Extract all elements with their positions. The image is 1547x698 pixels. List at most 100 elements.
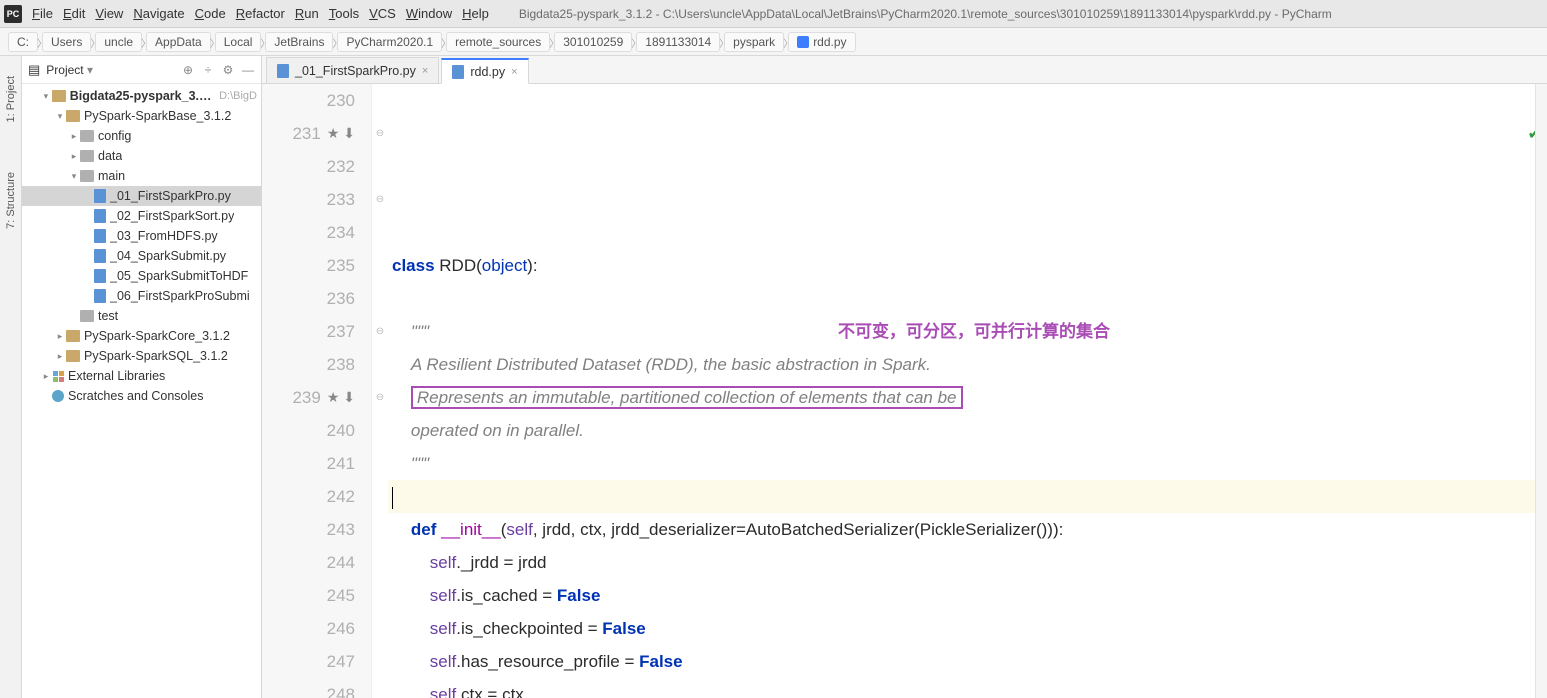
tree-item-data[interactable]: ▸ data bbox=[22, 146, 261, 166]
code-line[interactable] bbox=[388, 480, 1547, 513]
breadcrumb-item[interactable]: uncle bbox=[95, 32, 142, 52]
code-line[interactable]: self.is_checkpointed = False bbox=[388, 612, 1547, 645]
gutter-mark-icon[interactable]: ★ ⬇ bbox=[327, 117, 355, 150]
tree-label: PySpark-SparkSQL_3.1.2 bbox=[84, 349, 228, 363]
expand-arrow-icon[interactable]: ▾ bbox=[68, 171, 80, 182]
menu-run[interactable]: Run bbox=[295, 6, 319, 21]
close-icon[interactable]: × bbox=[511, 66, 517, 78]
menu-refactor[interactable]: Refactor bbox=[236, 6, 285, 21]
code-line[interactable] bbox=[388, 282, 1547, 315]
menu-code[interactable]: Code bbox=[195, 6, 226, 21]
python-file-icon bbox=[452, 65, 464, 79]
settings-icon[interactable]: ⚙ bbox=[221, 63, 235, 77]
breadcrumb-item[interactable]: pyspark bbox=[724, 32, 784, 52]
hide-icon[interactable]: — bbox=[241, 63, 255, 77]
tool-window-tab[interactable]: 7: Structure bbox=[5, 172, 17, 229]
folder-icon bbox=[80, 170, 94, 182]
editor-tab-rdd-py[interactable]: rdd.py× bbox=[441, 58, 528, 84]
fold-icon bbox=[372, 216, 388, 249]
tree-item-scratches-and-consoles[interactable]: Scratches and Consoles bbox=[22, 386, 261, 406]
tree-item--05-sparksubmittohdf[interactable]: _05_SparkSubmitToHDF bbox=[22, 266, 261, 286]
fold-icon[interactable]: ⊖ bbox=[372, 117, 388, 150]
editor[interactable]: 230231★ ⬇232233234235236237238239★ ⬇2402… bbox=[262, 84, 1547, 698]
gutter-mark-icon[interactable]: ★ ⬇ bbox=[327, 381, 355, 414]
tree-item-main[interactable]: ▾main bbox=[22, 166, 261, 186]
code-area[interactable]: ✔ 不可变，可分区，可并行计算的集合 class RDD(object): ""… bbox=[388, 84, 1547, 698]
menu-tools[interactable]: Tools bbox=[329, 6, 359, 21]
python-file-icon bbox=[94, 209, 106, 223]
tree-label: config bbox=[98, 129, 131, 143]
editor-tabs: _01_FirstSparkPro.py×rdd.py× bbox=[262, 56, 1547, 84]
expand-arrow-icon[interactable]: ▸ bbox=[68, 151, 80, 162]
tree-item-pyspark-sparkcore-3-1-2[interactable]: ▸PySpark-SparkCore_3.1.2 bbox=[22, 326, 261, 346]
breadcrumb-item[interactable]: remote_sources bbox=[446, 32, 550, 52]
breadcrumb-item[interactable]: rdd.py bbox=[788, 32, 855, 52]
menu-help[interactable]: Help bbox=[462, 6, 489, 21]
fold-icon bbox=[372, 282, 388, 315]
fold-icon bbox=[372, 447, 388, 480]
tree-path: D:\BigD bbox=[219, 90, 257, 102]
locate-icon[interactable]: ⊕ bbox=[181, 63, 195, 77]
code-line[interactable]: Represents an immutable, partitioned col… bbox=[388, 381, 1547, 414]
tree-item--03-fromhdfs-py[interactable]: _03_FromHDFS.py bbox=[22, 226, 261, 246]
tree-label: _03_FromHDFS.py bbox=[110, 229, 218, 243]
fold-icon[interactable]: ⊖ bbox=[372, 381, 388, 414]
breadcrumb-item[interactable]: JetBrains bbox=[265, 32, 333, 52]
menu-window[interactable]: Window bbox=[406, 6, 452, 21]
code-line[interactable]: def __init__(self, jrdd, ctx, jrdd_deser… bbox=[388, 513, 1547, 546]
tree-item-test[interactable]: test bbox=[22, 306, 261, 326]
tree-label: External Libraries bbox=[68, 369, 165, 383]
tree-item--01-firstsparkpro-py[interactable]: _01_FirstSparkPro.py bbox=[22, 186, 261, 206]
code-line[interactable]: self.is_cached = False bbox=[388, 579, 1547, 612]
expand-arrow-icon[interactable]: ▸ bbox=[68, 131, 80, 142]
menu-file[interactable]: File bbox=[32, 6, 53, 21]
tree-item--02-firstsparksort-py[interactable]: _02_FirstSparkSort.py bbox=[22, 206, 261, 226]
code-line[interactable]: self.ctx = ctx bbox=[388, 678, 1547, 698]
expand-arrow-icon[interactable]: ▾ bbox=[54, 111, 66, 122]
scrollbar[interactable] bbox=[1535, 84, 1547, 698]
tool-window-tab[interactable]: 1: Project bbox=[5, 76, 17, 122]
breadcrumb-item[interactable]: 1891133014 bbox=[636, 32, 720, 52]
panel-title[interactable]: Project bbox=[46, 63, 175, 77]
app-icon: PC bbox=[4, 5, 22, 23]
project-panel: ▤ Project ⊕ ÷ ⚙ — ▾Bigdata25-pyspark_3.1… bbox=[22, 56, 262, 698]
tree-item-config[interactable]: ▸ config bbox=[22, 126, 261, 146]
code-line[interactable]: self.has_resource_profile = False bbox=[388, 645, 1547, 678]
code-line[interactable]: self._jrdd = jrdd bbox=[388, 546, 1547, 579]
breadcrumb-item[interactable]: 301010259 bbox=[554, 32, 632, 52]
expand-arrow-icon[interactable]: ▸ bbox=[54, 351, 66, 362]
breadcrumb-item[interactable]: Users bbox=[42, 32, 91, 52]
tree-item--04-sparksubmit-py[interactable]: _04_SparkSubmit.py bbox=[22, 246, 261, 266]
code-line[interactable]: operated on in parallel. bbox=[388, 414, 1547, 447]
menu-navigate[interactable]: Navigate bbox=[133, 6, 184, 21]
line-number: 237 bbox=[315, 315, 355, 348]
fold-icon[interactable]: ⊖ bbox=[372, 183, 388, 216]
menu-view[interactable]: View bbox=[95, 6, 123, 21]
menu-vcs[interactable]: VCS bbox=[369, 6, 396, 21]
tree-label: data bbox=[98, 149, 122, 163]
tree-item-bigdata25-pyspark-3-1-2[interactable]: ▾Bigdata25-pyspark_3.1.2D:\BigD bbox=[22, 86, 261, 106]
tree-item-pyspark-sparkbase-3-1-2[interactable]: ▾PySpark-SparkBase_3.1.2 bbox=[22, 106, 261, 126]
tree-label: _06_FirstSparkProSubmi bbox=[110, 289, 250, 303]
close-icon[interactable]: × bbox=[422, 65, 428, 77]
tree-item-pyspark-sparksql-3-1-2[interactable]: ▸ PySpark-SparkSQL_3.1.2 bbox=[22, 346, 261, 366]
breadcrumb-item[interactable]: AppData bbox=[146, 32, 211, 52]
tree-item--06-firstsparkprosubmi[interactable]: _06_FirstSparkProSubmi bbox=[22, 286, 261, 306]
expand-arrow-icon[interactable]: ▸ bbox=[40, 371, 52, 382]
expand-arrow-icon[interactable]: ▾ bbox=[40, 91, 52, 102]
fold-icon[interactable]: ⊖ bbox=[372, 315, 388, 348]
code-line[interactable]: class RDD(object): bbox=[388, 249, 1547, 282]
breadcrumb-item[interactable]: PyCharm2020.1 bbox=[337, 32, 442, 52]
library-icon bbox=[52, 370, 64, 382]
collapse-icon[interactable]: ÷ bbox=[201, 63, 215, 77]
code-line[interactable]: A Resilient Distributed Dataset (RDD), t… bbox=[388, 348, 1547, 381]
gutter: 230231★ ⬇232233234235236237238239★ ⬇2402… bbox=[262, 84, 372, 698]
breadcrumb-item[interactable]: Local bbox=[215, 32, 262, 52]
code-line[interactable]: """ bbox=[388, 447, 1547, 480]
editor-tab--01-firstsparkpro-py[interactable]: _01_FirstSparkPro.py× bbox=[266, 57, 439, 83]
menu-edit[interactable]: Edit bbox=[63, 6, 85, 21]
expand-arrow-icon[interactable]: ▸ bbox=[54, 331, 66, 342]
tree-item-external-libraries[interactable]: ▸ External Libraries bbox=[22, 366, 261, 386]
code-line[interactable] bbox=[388, 216, 1547, 249]
breadcrumb-item[interactable]: C: bbox=[8, 32, 38, 52]
